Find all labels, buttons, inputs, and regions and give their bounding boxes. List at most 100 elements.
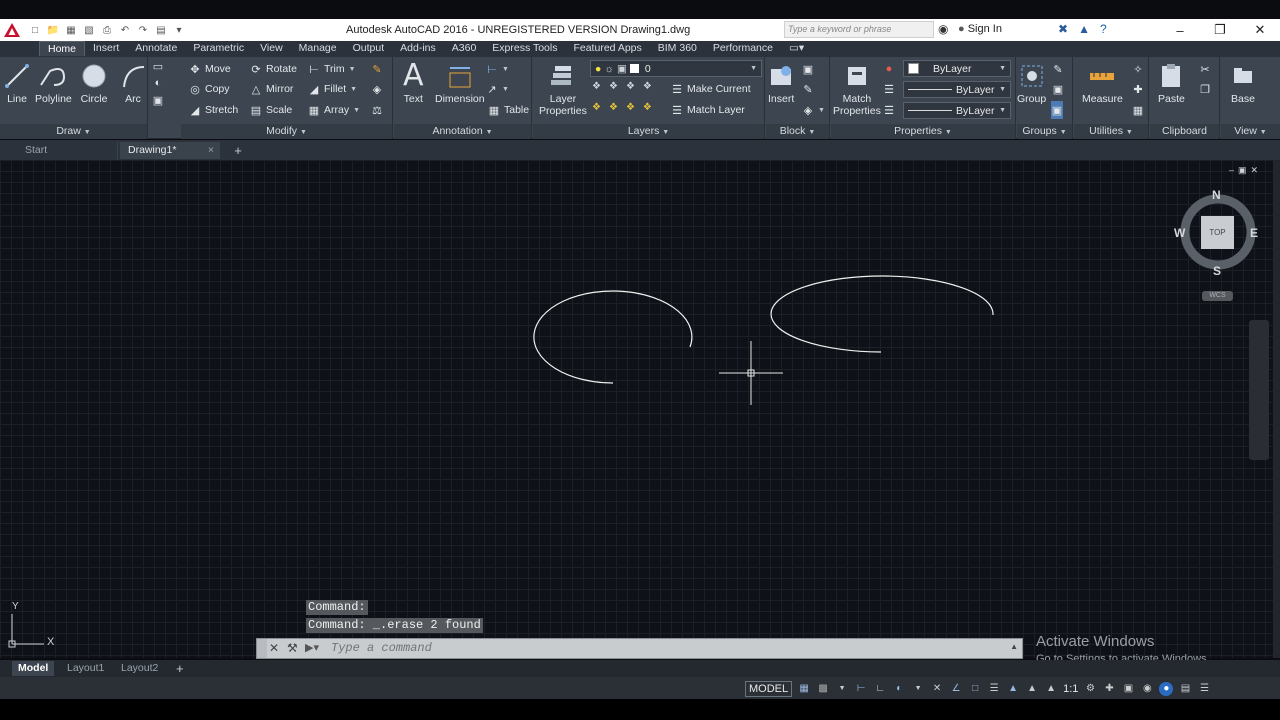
annotation-panel-title[interactable]: Annotation	[432, 125, 482, 137]
ortho-icon[interactable]: ∟	[873, 682, 887, 696]
polar-dropdown-icon[interactable]: ▼	[911, 682, 925, 696]
autocad-logo-icon[interactable]	[0, 19, 24, 41]
add-layout-plus-icon[interactable]: +	[170, 661, 190, 676]
tab-home[interactable]: Home	[39, 41, 86, 56]
circle-button[interactable]: Circle	[80, 61, 108, 105]
layers-panel-title[interactable]: Layers	[628, 125, 660, 137]
group-selection-toggle[interactable]: ▣	[1051, 101, 1063, 119]
layer-dropdown[interactable]: ● ☼ ▣ 0 ▼	[590, 60, 762, 77]
compass-n[interactable]: N	[1212, 188, 1221, 202]
edit-attributes-icon[interactable]: ◈ ▼	[802, 101, 825, 119]
move-button[interactable]: ✥ Move	[189, 60, 230, 78]
group-button[interactable]: Group	[1017, 61, 1046, 105]
status-menu-icon[interactable]: ☰	[1197, 682, 1211, 696]
grid-icon[interactable]: ▦	[797, 682, 811, 696]
fillet-button[interactable]: ◢ Fillet ▼	[308, 80, 357, 98]
customization-icon[interactable]: ▤	[1178, 682, 1192, 696]
arc-entity-2[interactable]	[770, 275, 994, 353]
insert-button[interactable]: Insert	[768, 61, 794, 105]
recent-commands-icon[interactable]: ▶▾	[305, 641, 319, 654]
lineweight-icon[interactable]: ☰	[883, 101, 895, 119]
leader-icon[interactable]: ↗ ▼	[486, 80, 509, 98]
layer-unlock-icon[interactable]: ❖	[643, 102, 652, 113]
utilities-panel-title[interactable]: Utilities	[1089, 125, 1123, 137]
block-panel-title[interactable]: Block	[780, 125, 806, 137]
drawing-canvas[interactable]: Y X – ▣ ✕ TOP N S E W WCS Command: Command…	[0, 160, 1273, 658]
tab-insert[interactable]: Insert	[85, 41, 127, 56]
calculator-icon[interactable]: ▦	[1132, 101, 1144, 119]
redo-icon[interactable]: ↷	[136, 24, 150, 37]
customize-qat-icon[interactable]: ▾	[172, 24, 186, 37]
annotation-scale-icon[interactable]: ▲	[1044, 682, 1058, 696]
close-button[interactable]: ✕	[1240, 19, 1280, 41]
quick-select-icon[interactable]: ✧	[1132, 60, 1144, 78]
modify-panel-title[interactable]: Modify	[266, 125, 297, 137]
rectangle-icon[interactable]: ▭	[152, 60, 164, 73]
lineweight-dropdown[interactable]: ByLayer ▼	[903, 102, 1011, 119]
tab-parametric[interactable]: Parametric	[185, 41, 252, 56]
layer-thaw-icon[interactable]: ❖	[626, 102, 635, 113]
arc-entity-1[interactable]	[533, 290, 693, 384]
measure-button[interactable]: Measure	[1082, 61, 1123, 105]
annotation-scale-value[interactable]: 1:1	[1063, 683, 1078, 695]
layer-unisolate-icon[interactable]: ❖	[609, 102, 618, 113]
lineweight-display-icon[interactable]: ☰	[987, 682, 1001, 696]
view-panel-title[interactable]: View	[1234, 125, 1257, 137]
polyline-button[interactable]: Polyline	[35, 61, 72, 105]
copy-clip-icon[interactable]: ❐	[1199, 80, 1211, 98]
model-space-button[interactable]: MODEL	[745, 680, 793, 697]
binoculars-icon[interactable]: ◉	[938, 22, 948, 36]
hatch-icon[interactable]: ◐	[152, 77, 164, 89]
clean-screen-icon[interactable]: ●	[1159, 681, 1174, 696]
tab-model[interactable]: Model	[12, 661, 55, 676]
isolate-objects-icon[interactable]: ▣	[1121, 682, 1135, 696]
close-tab-icon[interactable]: ×	[208, 142, 214, 159]
layer-properties-button[interactable]: Layer Properties	[539, 61, 587, 117]
print-icon[interactable]: ⎙	[100, 24, 114, 37]
copy-button[interactable]: ◎ Copy	[189, 80, 229, 98]
snap-mode-icon[interactable]: ▩	[816, 682, 830, 696]
compass-s[interactable]: S	[1213, 264, 1221, 278]
scale-button[interactable]: ▤ Scale	[250, 101, 292, 119]
groups-panel-title[interactable]: Groups	[1022, 125, 1056, 137]
tab-view[interactable]: View	[252, 41, 291, 56]
tab-layout1[interactable]: Layout1	[61, 661, 110, 676]
base-view-button[interactable]: Base	[1231, 61, 1255, 105]
linetype-dropdown[interactable]: ByLayer ▼	[903, 81, 1011, 98]
group-edit-icon[interactable]: ▣	[1052, 80, 1064, 98]
tab-express-tools[interactable]: Express Tools	[484, 41, 565, 56]
layer-lock-icon[interactable]: ❖	[643, 81, 652, 92]
command-line-grip[interactable]	[257, 639, 267, 658]
rotate-button[interactable]: ⟳ Rotate	[250, 60, 297, 78]
id-point-icon[interactable]: ✚	[1132, 80, 1144, 98]
tab-bim-360[interactable]: BIM 360	[650, 41, 705, 56]
tab-layout2[interactable]: Layout2	[115, 661, 164, 676]
save-as-icon[interactable]: ▧	[82, 24, 96, 37]
linear-dimension-icon[interactable]: ⊢ ▼	[486, 60, 509, 78]
paste-button[interactable]: Paste	[1158, 61, 1185, 105]
tab-a360[interactable]: A360	[444, 41, 485, 56]
dimension-button[interactable]: Dimension	[435, 61, 485, 105]
customize-wrench-icon[interactable]: ⚒	[287, 641, 298, 655]
annotation-visibility-icon[interactable]: ▲	[1006, 682, 1020, 696]
command-history-toggle-icon[interactable]: ▲	[1010, 642, 1018, 651]
workspace-gear-icon[interactable]: ⚙	[1083, 682, 1097, 696]
object-color-icon[interactable]: ●	[883, 60, 895, 78]
hardware-acceleration-icon[interactable]: ◉	[1140, 682, 1154, 696]
autodesk-a360-icon[interactable]: ▲	[1078, 22, 1090, 36]
table-button[interactable]: ▦ Table	[488, 101, 529, 119]
minimize-button[interactable]: –	[1160, 19, 1200, 41]
tab-performance[interactable]: Performance	[705, 41, 781, 56]
infer-constraints-icon[interactable]: ⊢	[854, 682, 868, 696]
clipboard-panel-title[interactable]: Clipboard	[1162, 125, 1207, 137]
open-folder-icon[interactable]: 📁	[46, 24, 60, 37]
stretch-button[interactable]: ◢ Stretch	[189, 101, 239, 119]
object-snap-tracking-icon[interactable]: ∠	[949, 682, 963, 696]
tab-start[interactable]: Start	[0, 142, 118, 159]
line-button[interactable]: Line	[4, 61, 30, 105]
make-current-button[interactable]: ☰ Make Current	[671, 80, 751, 98]
annotation-monitor-icon[interactable]: ✚	[1102, 682, 1116, 696]
polar-tracking-icon[interactable]: ◐	[892, 682, 906, 696]
undo-icon[interactable]: ↶	[118, 24, 132, 37]
viewport-minimize-icon[interactable]: –	[1229, 165, 1234, 176]
